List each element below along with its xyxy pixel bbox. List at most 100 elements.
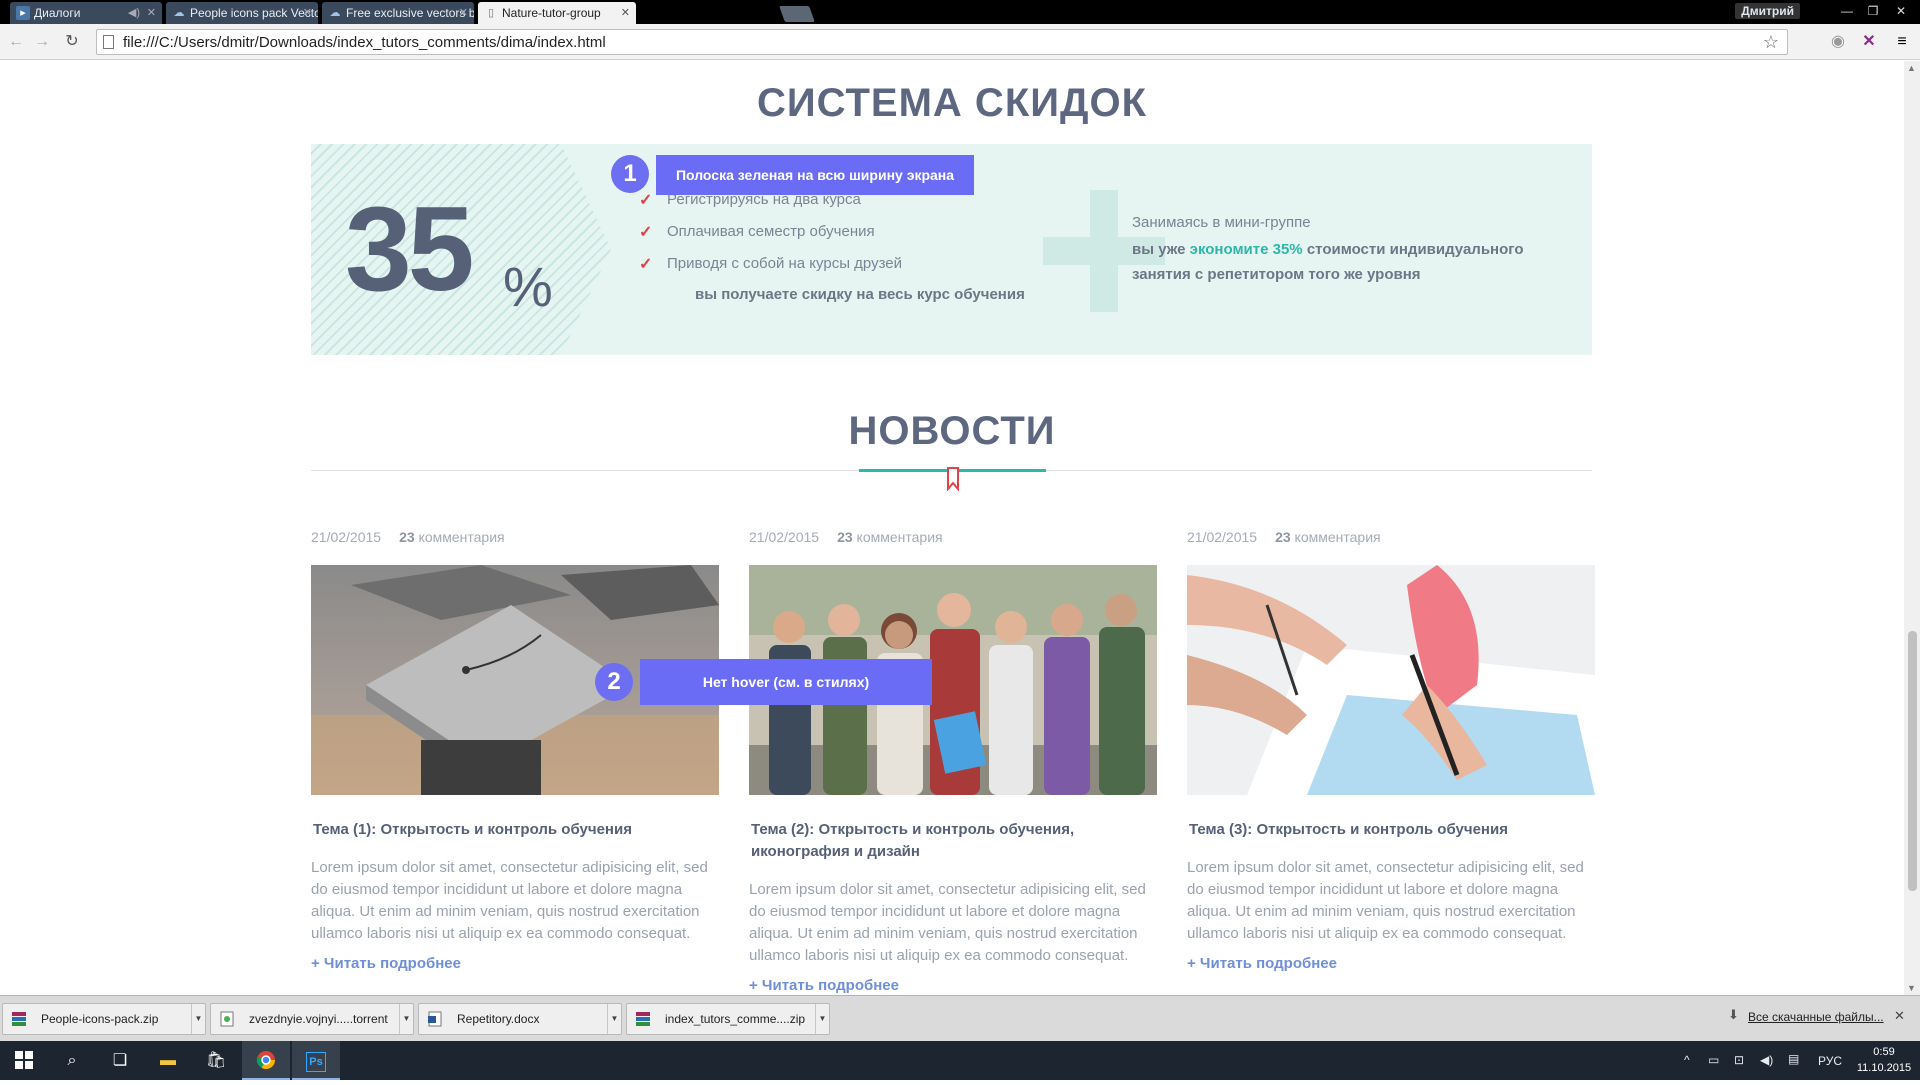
- chevron-down-icon[interactable]: ▼: [607, 1004, 621, 1034]
- page-scrollbar[interactable]: ▲ ▼: [1904, 61, 1920, 995]
- tab-dialogs[interactable]: ▸ Диалоги ◀) ✕: [10, 2, 162, 24]
- news-title[interactable]: Тема (1): Открытость и контроль обучения: [313, 819, 717, 841]
- close-icon[interactable]: ✕: [303, 2, 312, 24]
- close-icon[interactable]: ✕: [621, 2, 630, 24]
- group-savings-line2: занятия с репетитором того же уровня: [1132, 266, 1421, 283]
- chevron-down-icon[interactable]: ▼: [191, 1004, 205, 1034]
- news-meta: 21/02/2015 23 комментария: [749, 529, 943, 545]
- comments-count: 23: [837, 529, 853, 545]
- cloud-icon: ☁: [329, 7, 341, 19]
- discount-section-title: СИСТЕМА СКИДОК: [756, 81, 1148, 125]
- scroll-up-icon[interactable]: ▲: [1907, 63, 1916, 73]
- download-name: People-icons-pack.zip: [41, 1012, 159, 1026]
- discount-item: ✓ Приводя с собой на курсы друзей: [639, 255, 902, 273]
- news-body: Lorem ipsum dolor sit amet, consectetur …: [311, 859, 708, 942]
- scroll-down-icon[interactable]: ▼: [1907, 983, 1916, 993]
- news-title[interactable]: Тема (3): Открытость и контроль обучения: [1189, 819, 1593, 841]
- minimize-icon[interactable]: —: [1836, 2, 1858, 20]
- comments-label: комментария: [856, 529, 943, 545]
- battery-icon[interactable]: ▭: [1708, 1053, 1719, 1067]
- start-button[interactable]: [0, 1041, 48, 1080]
- check-icon: ✓: [639, 192, 653, 209]
- close-icon[interactable]: ✕: [1894, 1008, 1905, 1024]
- tab-people-icons[interactable]: ☁ People icons pack Vector ✕: [166, 2, 318, 24]
- extension-icon[interactable]: ◉: [1828, 32, 1848, 52]
- download-name: zvezdnyie.vojnyi.....torrent: [249, 1012, 388, 1026]
- show-all-downloads-link[interactable]: Все скачанные файлы...: [1748, 1010, 1884, 1024]
- back-icon[interactable]: ←: [6, 32, 26, 52]
- clock-time: 0:59: [1873, 1046, 1895, 1058]
- volume-icon[interactable]: ◀): [1760, 1053, 1773, 1067]
- annotation-number: 1: [611, 155, 649, 193]
- news-date: 21/02/2015: [311, 529, 382, 545]
- annotation-label: Нет hover (см. в стилях): [640, 659, 932, 705]
- page-viewport: СИСТЕМА СКИДОК 35 % ✓ Регистрируясь на д…: [0, 61, 1904, 995]
- word-icon: [428, 1011, 442, 1027]
- search-icon[interactable]: ⌕: [48, 1041, 96, 1080]
- read-more-link[interactable]: + Читать подробнее: [749, 977, 899, 994]
- page-icon: ▯: [487, 7, 495, 19]
- clock-date: 11.10.2015: [1856, 1062, 1912, 1074]
- downloads-shelf: People-icons-pack.zip ▼ zvezdnyie.vojnyi…: [0, 995, 1920, 1041]
- check-icon: ✓: [639, 224, 653, 241]
- address-bar[interactable]: file:///C:/Users/dmitr/Downloads/index_t…: [96, 29, 1788, 55]
- url-text: file:///C:/Users/dmitr/Downloads/index_t…: [123, 34, 606, 51]
- discount-value: 35: [345, 182, 474, 316]
- comments-count: 23: [399, 529, 415, 545]
- scroll-thumb[interactable]: [1908, 631, 1917, 891]
- chevron-down-icon[interactable]: ▼: [815, 1004, 829, 1034]
- winrar-icon: [636, 1012, 650, 1026]
- chevron-up-icon[interactable]: ^: [1684, 1053, 1690, 1067]
- new-tab-button[interactable]: [779, 6, 815, 22]
- download-name: index_tutors_comme....zip: [665, 1012, 806, 1026]
- read-more-link[interactable]: + Читать подробнее: [1187, 955, 1337, 972]
- tab-label: People icons pack Vector: [190, 6, 318, 20]
- download-item[interactable]: Repetitory.docx ▼: [418, 1003, 622, 1035]
- windows-logo-icon: [15, 1051, 33, 1069]
- vk-icon: ▸: [16, 6, 30, 20]
- browser-toolbar: ← → ↻ file:///C:/Users/dmitr/Downloads/i…: [0, 24, 1920, 60]
- tab-label: Nature-tutor-group: [502, 6, 601, 20]
- read-more-link[interactable]: + Читать подробнее: [311, 955, 461, 972]
- photoshop-icon[interactable]: Ps: [292, 1041, 340, 1080]
- profile-button[interactable]: Дмитрий: [1735, 3, 1800, 19]
- news-date: 21/02/2015: [749, 529, 820, 545]
- chevron-down-icon[interactable]: ▼: [399, 1004, 413, 1034]
- file-explorer-icon[interactable]: ▬: [144, 1041, 192, 1080]
- notification-icon[interactable]: ▤: [1788, 1052, 1799, 1066]
- restore-icon[interactable]: ❐: [1862, 2, 1884, 20]
- download-item[interactable]: zvezdnyie.vojnyi.....torrent ▼: [210, 1003, 414, 1035]
- discount-item: ✓ Оплачивая семестр обучения: [639, 223, 875, 241]
- check-icon: ✓: [639, 256, 653, 273]
- group-suffix: стоимости индивидуального: [1302, 241, 1524, 258]
- torrent-icon: [220, 1011, 234, 1027]
- language-indicator[interactable]: РУС: [1818, 1054, 1842, 1068]
- news-title[interactable]: Тема (2): Открытость и контроль обучения…: [751, 819, 1155, 863]
- discount-summary: вы получаете скидку на весь курс обучени…: [695, 286, 1025, 303]
- close-icon[interactable]: ✕: [147, 2, 156, 24]
- network-icon[interactable]: ⊡: [1734, 1053, 1744, 1067]
- annotation-label: Полоска зеленая на всю ширину экрана: [656, 155, 974, 195]
- reload-icon[interactable]: ↻: [62, 32, 82, 52]
- window-close-icon[interactable]: ✕: [1890, 2, 1912, 20]
- menu-icon[interactable]: ≡: [1892, 32, 1912, 52]
- download-item[interactable]: index_tutors_comme....zip ▼: [626, 1003, 830, 1035]
- store-icon[interactable]: 🛍: [192, 1041, 240, 1080]
- bookmark-star-icon[interactable]: ☆: [1763, 32, 1779, 53]
- comments-count: 23: [1275, 529, 1291, 545]
- download-item[interactable]: People-icons-pack.zip ▼: [2, 1003, 206, 1035]
- close-icon[interactable]: ✕: [459, 2, 468, 24]
- comments-label: комментария: [1294, 529, 1381, 545]
- clock[interactable]: 0:59 11.10.2015: [1854, 1044, 1914, 1076]
- news-image-writing[interactable]: [1187, 565, 1595, 795]
- group-accent: экономите 35%: [1189, 241, 1303, 258]
- tab-nature-tutor[interactable]: ▯ Nature-tutor-group ✕: [478, 2, 636, 24]
- tab-free-vectors[interactable]: ☁ Free exclusive vectors by ✕: [322, 2, 474, 24]
- group-intro: Занимаясь в мини-группе: [1132, 214, 1311, 231]
- download-arrow-icon: ⬇: [1728, 1007, 1739, 1022]
- task-view-icon[interactable]: ❏: [96, 1041, 144, 1080]
- x-extension-icon[interactable]: ✕: [1859, 32, 1879, 52]
- chrome-icon[interactable]: [242, 1041, 290, 1080]
- discount-percent-sign: %: [503, 255, 553, 318]
- forward-icon[interactable]: →: [32, 32, 52, 52]
